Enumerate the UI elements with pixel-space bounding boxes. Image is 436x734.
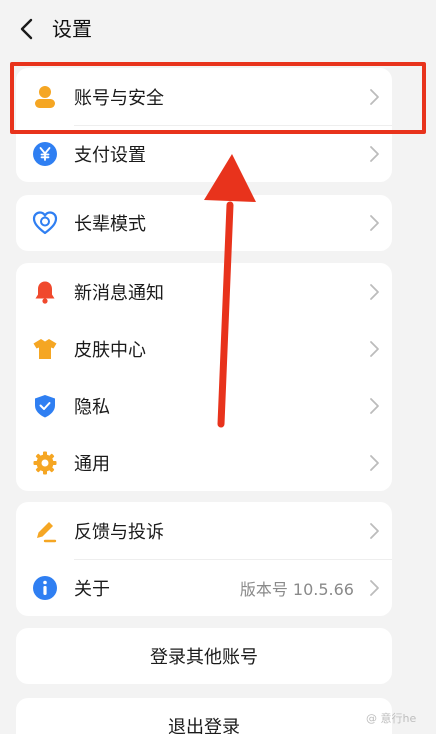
version-number: 版本号 10.5.66 (239, 579, 354, 599)
logout-button[interactable]: 退出登录 (16, 698, 392, 734)
shield-icon (35, 394, 55, 417)
privacy-label: 隐私 (74, 396, 110, 418)
user-icon (35, 85, 55, 108)
gear-icon (33, 451, 57, 474)
privacy-item[interactable]: 隐私 (16, 377, 392, 434)
about-item[interactable]: 关于 版本号 10.5.66 (16, 559, 392, 616)
bell-icon (35, 281, 55, 304)
feedback-complaint-label: 反馈与投诉 (74, 521, 164, 543)
chevron-right-icon (370, 579, 379, 596)
about-label: 关于 (74, 578, 110, 600)
general-item[interactable]: 通用 (16, 434, 392, 491)
back-arrow-icon[interactable] (18, 17, 38, 41)
chevron-right-icon (370, 454, 379, 471)
chevron-right-icon (370, 397, 379, 414)
pencil-icon (37, 521, 57, 542)
switch-account-button[interactable]: 登录其他账号 (16, 628, 392, 684)
skin-center-label: 皮肤中心 (74, 339, 146, 361)
support-card: 反馈与投诉 关于 版本号 10.5.66 (16, 502, 392, 616)
account-security-item[interactable]: 账号与安全 (16, 68, 392, 125)
account-card: 账号与安全 支付设置 (16, 68, 392, 182)
skin-center-item[interactable]: 皮肤中心 (16, 320, 392, 377)
account-security-label: 账号与安全 (74, 87, 164, 109)
elder-mode-card: 长辈模式 (16, 195, 392, 251)
chevron-right-icon (370, 215, 379, 231)
new-message-notification-item[interactable]: 新消息通知 (16, 263, 392, 320)
yuan-icon (33, 141, 57, 166)
elder-mode-label: 长辈模式 (74, 214, 146, 235)
chevron-right-icon (370, 145, 379, 162)
top-bar: 设置 (0, 0, 436, 58)
general-label: 通用 (74, 453, 110, 475)
elder-mode-item[interactable]: 长辈模式 (16, 195, 392, 251)
elder-heart-icon (32, 211, 58, 235)
preferences-card: 新消息通知 皮肤中心 隐私 通用 (16, 263, 392, 491)
chevron-right-icon (370, 88, 379, 105)
info-icon (33, 575, 57, 600)
new-message-notification-label: 新消息通知 (74, 282, 164, 304)
payment-settings-label: 支付设置 (74, 144, 146, 166)
chevron-right-icon (370, 283, 379, 300)
page-title: 设置 (52, 17, 92, 41)
chevron-right-icon (370, 522, 379, 539)
shirt-icon (33, 338, 57, 359)
payment-settings-item[interactable]: 支付设置 (16, 125, 392, 182)
watermark: @ 意行he (366, 712, 417, 725)
chevron-right-icon (370, 340, 379, 357)
feedback-complaint-item[interactable]: 反馈与投诉 (16, 502, 392, 559)
